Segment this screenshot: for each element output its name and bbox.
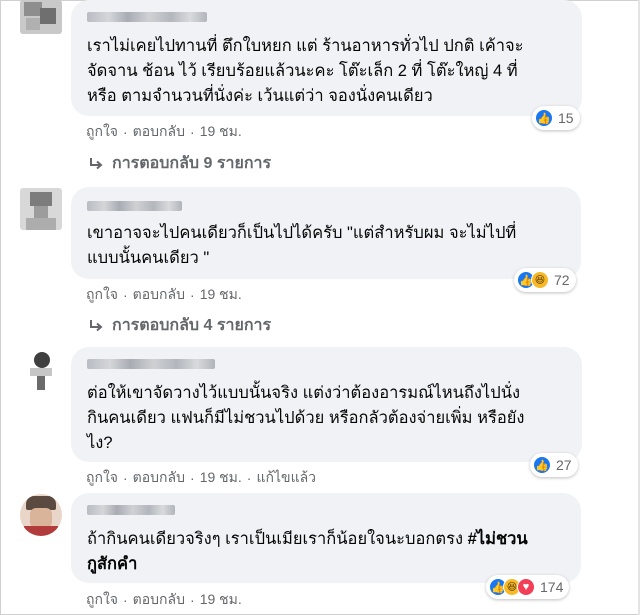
avatar[interactable]	[20, 188, 62, 230]
timestamp[interactable]: 19 ชม.	[200, 467, 242, 489]
comment-text: ต่อให้เขาจัดวางไว้แบบนั้นจริง แต่งว่าต้อ…	[87, 384, 525, 452]
reply-arrow-icon	[90, 319, 103, 331]
love-icon: ♥	[517, 578, 535, 596]
reply-link[interactable]: ตอบกลับ	[133, 284, 185, 306]
commenter-name[interactable]	[87, 505, 175, 515]
commenter-name[interactable]	[87, 12, 207, 22]
hashtag-link-continuation[interactable]: กูสักคำ	[87, 555, 137, 573]
comment-actions: ถูกใจ · ตอบกลับ · 19 ชม.	[86, 589, 242, 611]
comment-actions: ถูกใจ · ตอบกลับ · 19 ชม.	[86, 121, 242, 143]
comment-text: ถ้ากินคนเดียวจริงๆ เราเป็นเมียเราก็น้อยใ…	[87, 530, 528, 573]
reply-arrow-icon	[90, 157, 103, 169]
comment-text: เขาอาจจะไปคนเดียวก็เป็นไปได้ครับ "แต่สำห…	[87, 224, 517, 267]
comment-bubble: ต่อให้เขาจัดวางไว้แบบนั้นจริง แต่งว่าต้อ…	[71, 347, 582, 462]
avatar[interactable]	[20, 350, 62, 392]
replies-label[interactable]: การตอบกลับ 9 รายการ	[112, 151, 271, 176]
view-replies-link[interactable]: การตอบกลับ 4 รายการ	[88, 313, 271, 338]
separator: ·	[190, 124, 195, 140]
separator: ·	[123, 287, 128, 303]
hashtag-link[interactable]: #ไม่ชวน	[468, 530, 528, 548]
reply-link[interactable]: ตอบกลับ	[133, 121, 185, 143]
separator: ·	[190, 470, 195, 486]
comment-actions: ถูกใจ · ตอบกลับ · 19 ชม. · แก้ไขแล้ว	[86, 467, 316, 489]
like-icon: 👍	[535, 109, 553, 127]
replies-label[interactable]: การตอบกลับ 4 รายการ	[112, 313, 271, 338]
comment-bubble: เราไม่เคยไปทานที่ ตึกใบหยก แต่ ร้านอาหาร…	[71, 0, 582, 116]
comment-bubble: เขาอาจจะไปคนเดียวก็เป็นไปได้ครับ "แต่สำห…	[71, 187, 581, 279]
like-link[interactable]: ถูกใจ	[86, 284, 118, 306]
reaction-summary[interactable]: 👍 😆 72	[514, 268, 576, 292]
reply-link[interactable]: ตอบกลับ	[133, 589, 185, 611]
commenter-name[interactable]	[87, 359, 215, 369]
reaction-count: 72	[554, 272, 570, 288]
commenter-name[interactable]	[87, 201, 182, 211]
like-link[interactable]: ถูกใจ	[86, 589, 118, 611]
separator: ·	[123, 592, 128, 608]
separator: ·	[190, 592, 195, 608]
avatar[interactable]	[20, 494, 62, 536]
comment-bubble: ถ้ากินคนเดียวจริงๆ เราเป็นเมียเราก็น้อยใ…	[71, 493, 581, 583]
like-link[interactable]: ถูกใจ	[86, 467, 118, 489]
comment-actions: ถูกใจ · ตอบกลับ · 19 ชม.	[86, 284, 242, 306]
reaction-count: 15	[558, 110, 574, 126]
reaction-summary[interactable]: 👍 27	[530, 453, 578, 477]
view-replies-link[interactable]: การตอบกลับ 9 รายการ	[88, 151, 271, 176]
reaction-summary[interactable]: 👍 😆 ♥ 174	[486, 575, 570, 599]
like-link[interactable]: ถูกใจ	[86, 121, 118, 143]
edited-label[interactable]: แก้ไขแล้ว	[256, 467, 316, 489]
comment-text: เราไม่เคยไปทานที่ ตึกใบหยก แต่ ร้านอาหาร…	[87, 37, 524, 105]
timestamp[interactable]: 19 ชม.	[200, 284, 242, 306]
reaction-count: 27	[556, 457, 572, 473]
timestamp[interactable]: 19 ชม.	[200, 121, 242, 143]
separator: ·	[246, 470, 252, 486]
haha-icon: 😆	[531, 271, 549, 289]
like-icon: 👍	[533, 456, 551, 474]
separator: ·	[190, 287, 195, 303]
timestamp[interactable]: 19 ชม.	[200, 589, 242, 611]
avatar[interactable]	[20, 0, 62, 34]
reply-link[interactable]: ตอบกลับ	[133, 467, 185, 489]
reaction-count: 174	[540, 579, 564, 595]
separator: ·	[123, 470, 128, 486]
reaction-summary[interactable]: 👍 15	[532, 106, 580, 130]
separator: ·	[123, 124, 128, 140]
